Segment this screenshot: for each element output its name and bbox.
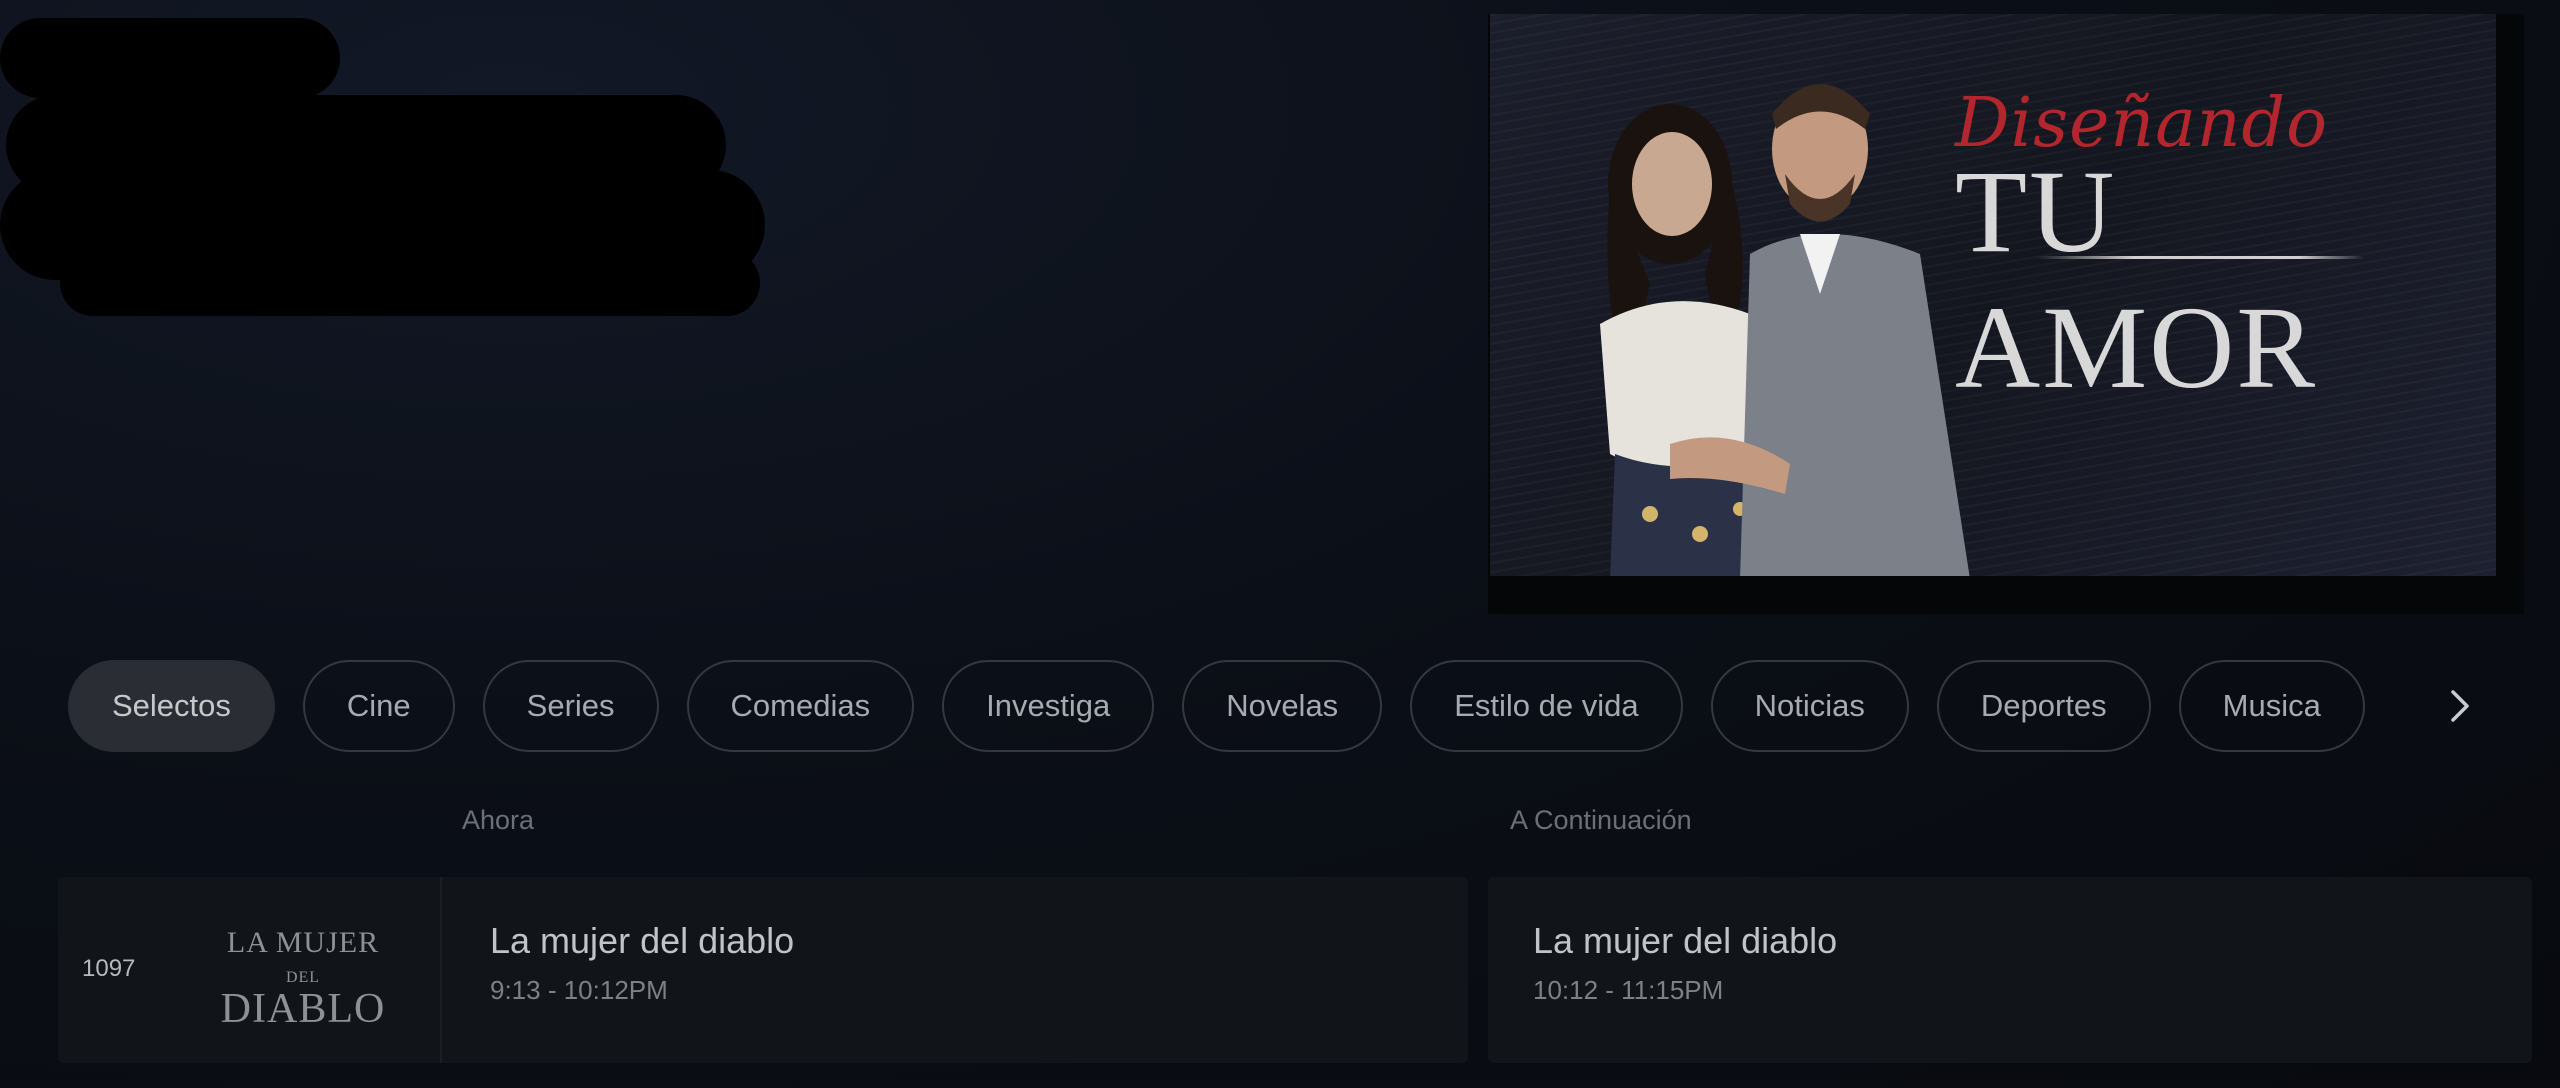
tv-guide-page: Diseñando TU AMOR Selectos Cine Series C…	[0, 0, 2560, 1088]
logo-text-bottom: DIABLO	[220, 986, 386, 1032]
tab-series[interactable]: Series	[482, 660, 659, 752]
next-program-time: 10:12 - 11:15PM	[1533, 975, 1724, 1005]
channel-divider	[440, 877, 442, 1063]
tab-investiga[interactable]: Investiga	[942, 660, 1155, 752]
redacted-description-block	[60, 250, 760, 316]
logo-text-top: LA MUJER	[226, 926, 380, 959]
needle-decoration	[2035, 256, 2365, 259]
tab-musica[interactable]: Musica	[2178, 660, 2365, 752]
tab-deportes[interactable]: Deportes	[1936, 660, 2151, 752]
redacted-title-block	[0, 18, 340, 98]
tab-estilo-de-vida[interactable]: Estilo de vida	[1410, 660, 1683, 752]
now-program-time: 9:13 - 10:12PM	[490, 975, 668, 1005]
next-column-label: A Continuación	[1510, 805, 1692, 835]
next-program-card[interactable]	[1488, 877, 2532, 1063]
hero-image[interactable]: Diseñando TU AMOR	[1490, 14, 2496, 576]
now-program-title: La mujer del diablo	[490, 920, 795, 961]
chevron-right-icon[interactable]	[2440, 676, 2480, 736]
tab-comedias[interactable]: Comedias	[686, 660, 915, 752]
channel-number: 1097	[82, 955, 136, 982]
tab-cine[interactable]: Cine	[302, 660, 455, 752]
hero-couple-illustration	[1600, 84, 1970, 576]
next-program-title: La mujer del diablo	[1533, 920, 1838, 961]
logo-text-small: DEL	[285, 969, 321, 986]
category-tabs: Selectos Cine Series Comedias Investiga …	[68, 660, 2488, 756]
hero-title-main: TU AMOR	[1955, 146, 2318, 413]
tab-noticias[interactable]: Noticias	[1710, 660, 1909, 752]
tab-novelas[interactable]: Novelas	[1182, 660, 1383, 752]
channel-logo[interactable]: LA MUJER DEL DIABLO	[218, 926, 388, 1031]
now-column-label: Ahora	[462, 805, 535, 835]
tab-selectos[interactable]: Selectos	[68, 660, 275, 752]
